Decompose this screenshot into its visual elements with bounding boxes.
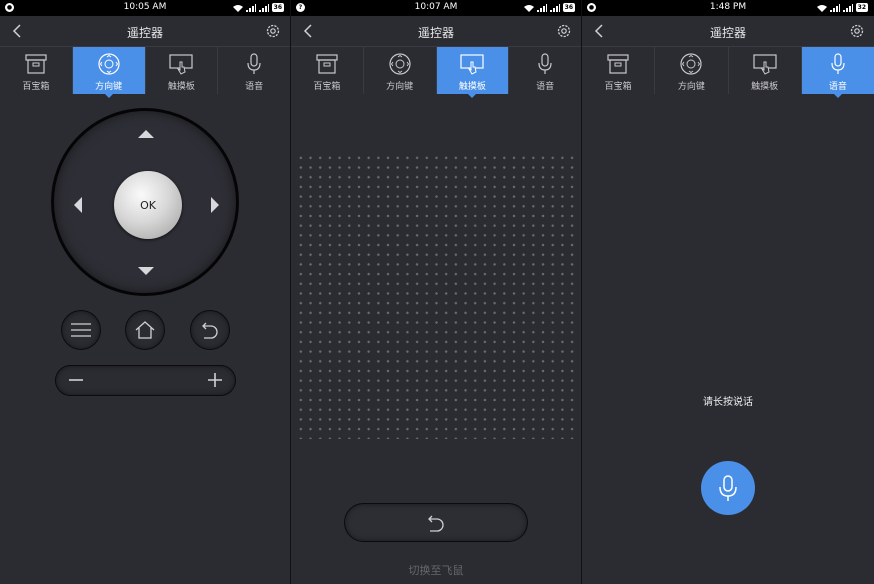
tab-label: 方向键 [95, 82, 123, 92]
tab-label: 触摸板 [751, 82, 779, 92]
tab-toolbox[interactable]: 百宝箱 [0, 47, 73, 94]
menu-icon [71, 323, 91, 337]
battery-icon: 36 [562, 3, 575, 12]
direction-pad: OK [51, 108, 239, 296]
minus-icon[interactable] [68, 371, 84, 389]
touchpad-icon [460, 54, 484, 75]
screen-voice: ● 1:48 PM 32 遥控器 百宝箱 方向键 触摸板 语音 请长按说话 [582, 0, 874, 584]
up-arrow-icon[interactable] [138, 129, 154, 139]
touchpad-icon [753, 54, 777, 75]
tab-label: 触摸板 [167, 82, 195, 92]
screens: ● 10:05 AM 36 遥控器 百宝箱 方向键 触摸板 语音 OK ? 10… [0, 0, 874, 584]
screen-touchpad: ? 10:07 AM 36 遥控器 百宝箱 方向键 触摸板 语音 切换至飞鼠 [291, 0, 581, 584]
tab-toolbox[interactable]: 百宝箱 [291, 47, 364, 94]
touchpad-area[interactable] [296, 153, 578, 439]
dpad-icon [98, 53, 120, 75]
right-arrow-icon[interactable] [210, 197, 220, 213]
tab-direction[interactable]: 方向键 [655, 47, 729, 94]
microphone-icon [247, 53, 261, 74]
system-icons: 32 [816, 2, 868, 13]
battery-icon: 36 [271, 3, 284, 12]
wifi-icon [816, 4, 827, 12]
system-icons: 36 [232, 2, 284, 13]
tab-label: 方向键 [677, 82, 705, 92]
tab-label: 方向键 [386, 82, 414, 92]
system-icons: 36 [523, 2, 575, 13]
signal-icon [245, 3, 256, 12]
page-title: 遥控器 [126, 26, 163, 40]
tab-touchpad[interactable]: 触摸板 [729, 47, 802, 94]
down-arrow-icon[interactable] [138, 266, 154, 276]
return-button[interactable] [190, 310, 230, 350]
box-icon [607, 54, 629, 74]
volume-bar [55, 365, 236, 396]
gear-icon[interactable] [555, 22, 573, 40]
tab-label: 触摸板 [458, 82, 486, 92]
app-header: 遥控器 [291, 16, 581, 46]
tab-bar: 百宝箱 方向键 触摸板 语音 [582, 46, 874, 98]
tab-voice[interactable]: 语音 [801, 47, 874, 98]
microphone-icon [719, 475, 737, 501]
wifi-icon [232, 4, 243, 12]
tab-label: 百宝箱 [604, 82, 632, 92]
page-title: 遥控器 [709, 26, 746, 40]
microphone-icon [831, 53, 845, 74]
app-header: 遥控器 [582, 16, 874, 46]
voice-hint: 请长按说话 [703, 397, 753, 408]
tab-label: 百宝箱 [313, 82, 341, 92]
gear-icon[interactable] [848, 22, 866, 40]
signal-icon-2 [549, 3, 560, 12]
tab-label: 语音 [245, 82, 264, 92]
battery-icon: 32 [855, 3, 868, 12]
touchpad-icon [169, 54, 193, 75]
microphone-icon [538, 53, 552, 74]
home-icon [135, 321, 155, 339]
home-button[interactable] [125, 310, 165, 350]
status-bar: ● 1:48 PM 32 [582, 0, 874, 16]
screen-dpad: ● 10:05 AM 36 遥控器 百宝箱 方向键 触摸板 语音 OK [0, 0, 290, 584]
dpad-icon [680, 53, 702, 75]
ok-button[interactable]: OK [114, 171, 182, 239]
plus-icon[interactable] [207, 371, 223, 389]
signal-icon [829, 3, 840, 12]
return-icon [202, 322, 218, 339]
signal-icon-2 [842, 3, 853, 12]
hold-to-talk-button[interactable] [701, 461, 755, 515]
tab-direction[interactable]: 方向键 [72, 47, 146, 98]
signal-icon [536, 3, 547, 12]
tab-label: 语音 [536, 82, 555, 92]
left-arrow-icon[interactable] [73, 197, 83, 213]
tab-touchpad[interactable]: 触摸板 [146, 47, 219, 94]
dpad-icon [389, 53, 411, 75]
tab-voice[interactable]: 语音 [509, 47, 581, 94]
tab-bar: 百宝箱 方向键 触摸板 语音 [0, 46, 290, 98]
tab-label: 语音 [828, 82, 847, 92]
tab-label: 百宝箱 [22, 82, 50, 92]
tab-toolbox[interactable]: 百宝箱 [582, 47, 656, 94]
tab-bar: 百宝箱 方向键 触摸板 语音 [291, 46, 581, 98]
tab-touchpad[interactable]: 触摸板 [436, 47, 510, 98]
status-bar: ? 10:07 AM 36 [291, 0, 581, 16]
gear-icon[interactable] [264, 22, 282, 40]
app-header: 遥控器 [0, 16, 290, 46]
wifi-icon [523, 4, 534, 12]
tab-voice[interactable]: 语音 [218, 47, 290, 94]
back-button[interactable] [344, 503, 528, 542]
menu-button[interactable] [61, 310, 101, 350]
switch-air-mouse-link[interactable]: 切换至飞鼠 [291, 562, 581, 578]
page-title: 遥控器 [417, 26, 454, 40]
return-icon [428, 515, 444, 532]
signal-icon-2 [258, 3, 269, 12]
status-bar: ● 10:05 AM 36 [0, 0, 290, 16]
tab-direction[interactable]: 方向键 [364, 47, 437, 94]
box-icon [25, 54, 47, 74]
box-icon [316, 54, 338, 74]
